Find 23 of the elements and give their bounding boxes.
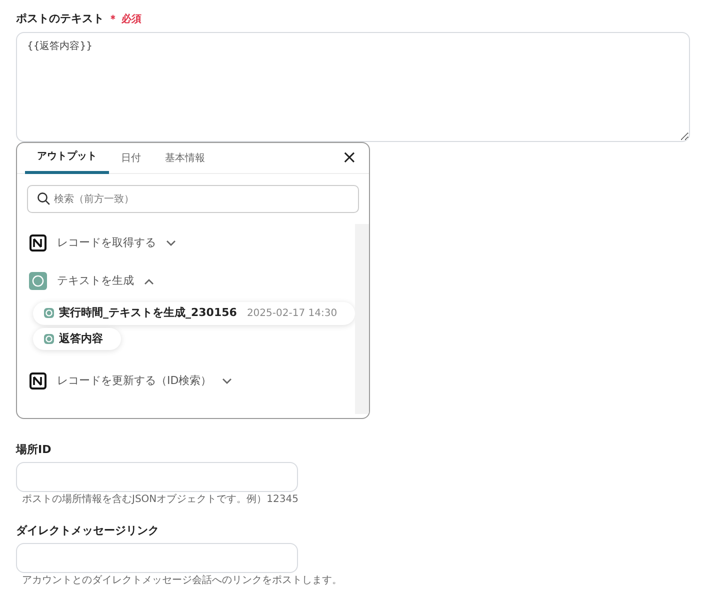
output-chip[interactable]: 実行時間_テキストを生成_230156 2025-02-17 14:30 (33, 302, 356, 324)
field-label: ポストのテキスト (16, 12, 104, 25)
group-header[interactable]: レコードを更新する（ID検索） (29, 362, 232, 400)
search-field[interactable]: 検索（前方一致） (27, 185, 359, 213)
text-area[interactable]: {{返答内容}} (16, 32, 690, 142)
field-label: 場所ID (16, 443, 52, 456)
scrollbar[interactable] (355, 224, 369, 414)
output-chip[interactable]: 返答内容 (33, 328, 121, 350)
tab[interactable]: 日付 (109, 143, 153, 174)
notebook-icon (29, 372, 47, 390)
tab[interactable]: 基本情報 (153, 143, 217, 174)
notebook-icon (29, 234, 47, 252)
input-field[interactable] (16, 542, 298, 573)
group-header[interactable]: テキストを生成 (29, 262, 154, 300)
required-mark: ＊ 必須 (108, 14, 142, 25)
help-text: ポストの場所情報を含むJSONオブジェクトです。例）12345 (22, 494, 300, 506)
help-text: アカウントとのダイレクトメッセージ会話へのリンクをポストします。 (22, 574, 343, 586)
close-button[interactable]: × (338, 149, 361, 167)
timestamp: 2025-02-17 14:30 (246, 306, 338, 321)
field-label: ダイレクトメッセージリンク (16, 524, 159, 537)
tab[interactable]: アウトプット (25, 143, 109, 174)
input-field[interactable] (16, 462, 298, 492)
group-header[interactable]: レコードを取得する (29, 224, 176, 262)
